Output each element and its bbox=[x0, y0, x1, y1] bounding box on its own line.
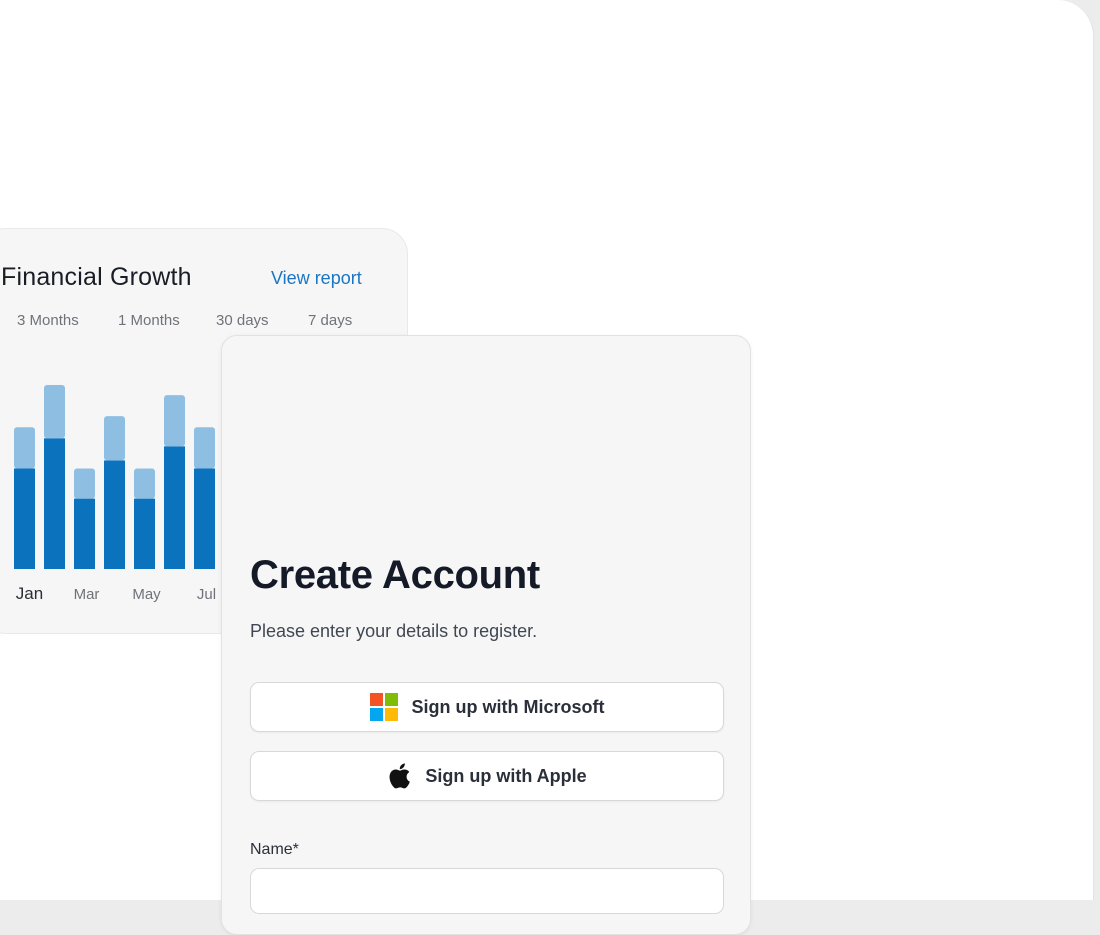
x-tick-jan: Jan bbox=[16, 584, 43, 603]
bar-mar-segment-0 bbox=[74, 498, 95, 569]
page-title: Create Account bbox=[250, 553, 540, 597]
bar-may-segment-0 bbox=[134, 498, 155, 569]
microsoft-icon-red bbox=[369, 693, 383, 706]
sign-up-apple-label: Sign up with Apple bbox=[425, 765, 587, 786]
name-field[interactable] bbox=[250, 868, 724, 914]
financial-growth-chart: Jan Mar May Jul bbox=[14, 385, 216, 603]
microsoft-icon-yellow bbox=[384, 708, 398, 721]
financial-growth-title: Financial Growth bbox=[1, 263, 192, 291]
tab-7-days[interactable]: 7 days bbox=[308, 312, 368, 329]
bar-apr-segment-0 bbox=[104, 460, 125, 569]
page-subtitle: Please enter your details to register. bbox=[250, 621, 538, 641]
bar-jul-segment-1 bbox=[194, 427, 215, 469]
x-tick-mar: Mar bbox=[74, 586, 100, 603]
apple-icon bbox=[389, 763, 411, 789]
sign-up-microsoft-button[interactable]: Sign up with Microsoft bbox=[250, 682, 724, 732]
bar-may-segment-1 bbox=[134, 468, 155, 499]
bar-apr-segment-1 bbox=[104, 416, 125, 461]
name-field-label: Name* bbox=[250, 841, 299, 858]
tab-3-months[interactable]: 3 Months bbox=[17, 312, 118, 329]
bar-feb-segment-1 bbox=[44, 385, 65, 439]
tab-1-months[interactable]: 1 Months bbox=[118, 312, 216, 329]
bar-jul-segment-0 bbox=[194, 468, 215, 569]
period-tabs: 3 Months 1 Months 30 days 7 days bbox=[17, 312, 368, 329]
microsoft-icon-green bbox=[384, 693, 398, 706]
sign-up-apple-button[interactable]: Sign up with Apple bbox=[250, 751, 724, 801]
tab-30-days[interactable]: 30 days bbox=[216, 312, 308, 329]
bar-jun-segment-1 bbox=[164, 395, 185, 447]
view-report-link[interactable]: View report bbox=[271, 268, 362, 289]
create-account-card: Create Account Please enter your details… bbox=[221, 335, 751, 935]
bar-feb-segment-0 bbox=[44, 438, 65, 569]
x-tick-jul: Jul bbox=[197, 586, 216, 603]
bar-jan-segment-1 bbox=[14, 427, 35, 469]
microsoft-icon-blue bbox=[369, 708, 383, 721]
bar-jun-segment-0 bbox=[164, 446, 185, 569]
bar-mar-segment-1 bbox=[74, 468, 95, 499]
bar-jan-segment-0 bbox=[14, 468, 35, 569]
sign-up-microsoft-label: Sign up with Microsoft bbox=[411, 696, 605, 717]
microsoft-icon bbox=[369, 693, 398, 721]
page-canvas: Financial Growth View report 3 Months 1 … bbox=[0, 0, 1094, 935]
x-tick-may: May bbox=[132, 586, 161, 603]
